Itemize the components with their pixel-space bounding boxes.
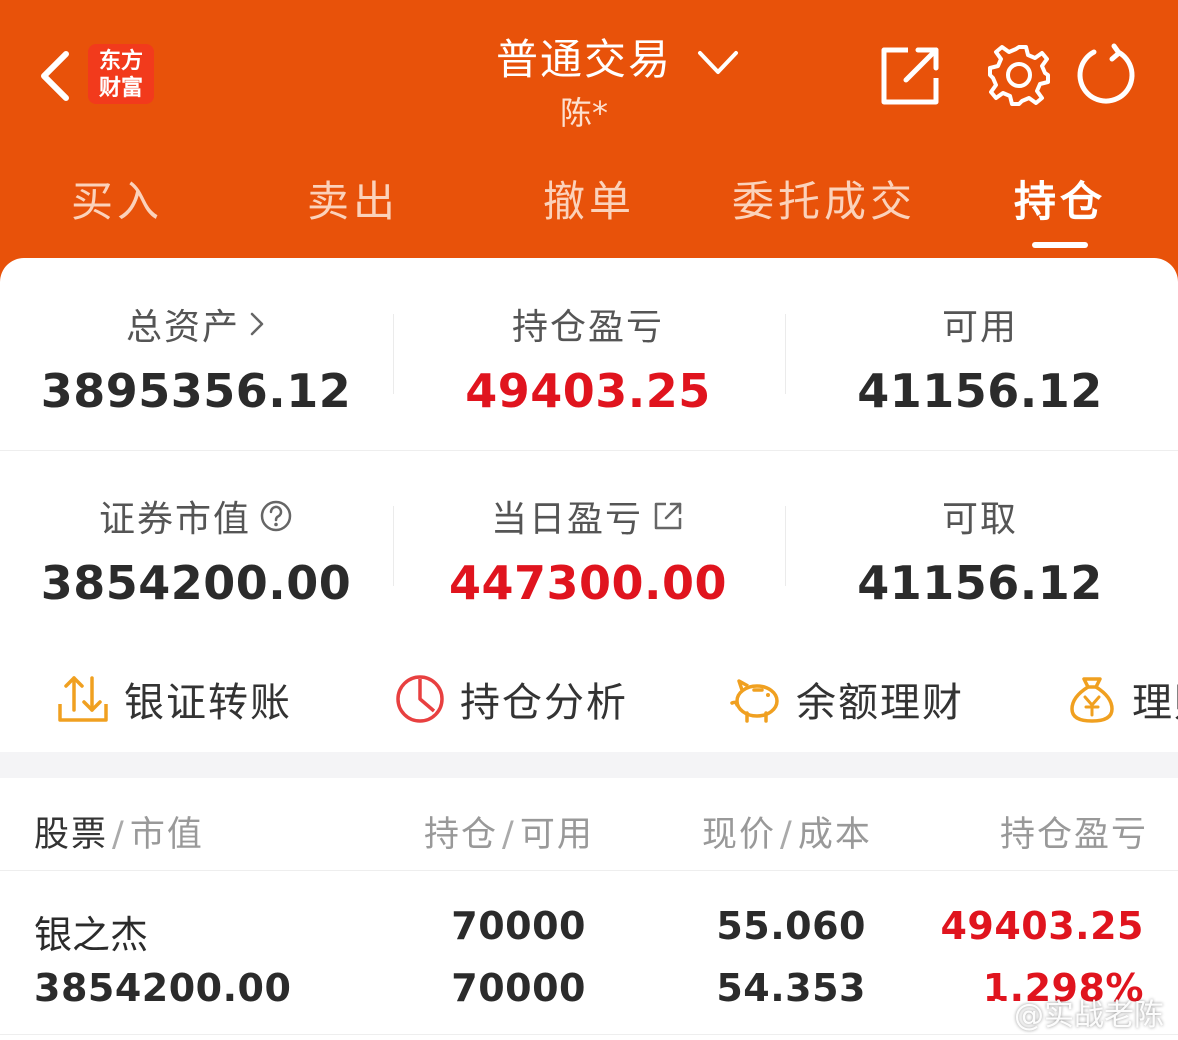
tab-buy[interactable]: 买入: [71, 168, 163, 229]
column-header-position[interactable]: 持仓 / 可用: [424, 806, 594, 857]
daily-pnl-value: 447300.00: [448, 556, 728, 610]
eastmoney-logo: 东方 财富: [88, 44, 154, 104]
position-quantity: 70000: [451, 904, 586, 948]
tab-orders-trades[interactable]: 委托成交: [732, 168, 916, 229]
external-link-icon: [654, 502, 682, 530]
help-icon[interactable]: [259, 499, 293, 533]
quick-action-balance-wealth[interactable]: 余额理财: [730, 670, 964, 728]
position-pnl: 持仓盈亏 49403.25: [392, 298, 784, 418]
withdrawable-label: 可取: [941, 499, 1018, 540]
divider: [0, 1034, 1178, 1035]
refresh-icon[interactable]: [1074, 42, 1140, 108]
divider: [0, 870, 1178, 871]
money-bag-icon: [1070, 677, 1114, 723]
gear-icon[interactable]: [986, 42, 1052, 108]
cost-price: 54.353: [716, 966, 866, 1010]
quick-action-wealth-management[interactable]: 理财: [1066, 670, 1178, 728]
account-name: 陈*: [560, 94, 609, 132]
current-price: 55.060: [716, 904, 866, 948]
withdrawable-funds: 可取 41156.12: [784, 490, 1176, 610]
back-arrow-icon[interactable]: [34, 48, 78, 104]
quick-actions: 银证转账 持仓分析 余额理财 理: [0, 670, 1178, 750]
account-selector[interactable]: 普通交易 陈*: [440, 26, 740, 136]
page-title: 普通交易: [496, 35, 673, 84]
securities-market-value: 证券市值 3854200.00: [0, 490, 392, 610]
divider: [0, 450, 1178, 451]
market-value-value: 3854200.00: [40, 556, 352, 610]
piggy-bank-icon: [730, 679, 779, 723]
position-pnl-label: 持仓盈亏: [511, 307, 664, 348]
available-value: 41156.12: [857, 364, 1103, 418]
transfer-icon: [58, 676, 108, 722]
stock-market-value: 3854200.00: [34, 966, 292, 1010]
position-pnl-amount: 49403.25: [940, 904, 1144, 948]
available-quantity: 70000: [451, 966, 586, 1010]
quick-action-label: 理财: [1132, 680, 1178, 726]
chevron-down-icon: [698, 51, 738, 74]
watermark-text: @实战老陈: [1014, 998, 1164, 1033]
chevron-right-icon: [250, 312, 264, 336]
positions-panel: 总资产 3895356.12 持仓盈亏 49403.25 可用 41156.12…: [0, 258, 1178, 1040]
active-tab-indicator: [1032, 242, 1088, 248]
watermark: @实战老陈: [968, 990, 1164, 1034]
weibo-icon: [968, 998, 1006, 1028]
quick-action-bank-transfer[interactable]: 银证转账: [56, 670, 292, 728]
column-header-price[interactable]: 现价 / 成本: [702, 806, 872, 857]
position-pnl-value: 49403.25: [465, 364, 711, 418]
pie-chart-icon: [396, 675, 444, 723]
app-header: 东方 财富 普通交易 陈* 买入 卖出 撤单 委托成交 持仓: [0, 0, 1178, 260]
quick-action-label: 余额理财: [796, 680, 964, 726]
positions-table-header: 股票 / 市值 持仓 / 可用 现价 / 成本 持仓盈亏: [0, 778, 1178, 872]
total-assets[interactable]: 总资产 3895356.12: [0, 298, 392, 418]
share-icon[interactable]: [878, 42, 944, 108]
stock-name: 银之杰: [34, 913, 149, 957]
market-value-label: 证券市值: [98, 499, 251, 540]
total-assets-value: 3895356.12: [40, 364, 352, 418]
quick-action-label: 持仓分析: [460, 680, 628, 726]
tab-sell[interactable]: 卖出: [307, 168, 399, 229]
withdrawable-value: 41156.12: [857, 556, 1103, 610]
tab-cancel-order[interactable]: 撤单: [543, 168, 635, 229]
total-assets-label: 总资产: [125, 307, 240, 348]
column-header-pnl[interactable]: 持仓盈亏: [1000, 806, 1148, 857]
column-header-stock[interactable]: 股票 / 市值: [34, 806, 204, 857]
daily-pnl[interactable]: 当日盈亏 447300.00: [392, 490, 784, 610]
available-label: 可用: [941, 307, 1018, 348]
tab-positions[interactable]: 持仓: [1014, 168, 1106, 229]
trade-tabs: 买入 卖出 撤单 委托成交 持仓: [0, 160, 1178, 250]
section-divider: [0, 752, 1178, 778]
daily-pnl-label: 当日盈亏: [490, 499, 643, 540]
available-funds: 可用 41156.12: [784, 298, 1176, 418]
quick-action-label: 银证转账: [124, 680, 292, 726]
quick-action-position-analysis[interactable]: 持仓分析: [394, 670, 628, 728]
